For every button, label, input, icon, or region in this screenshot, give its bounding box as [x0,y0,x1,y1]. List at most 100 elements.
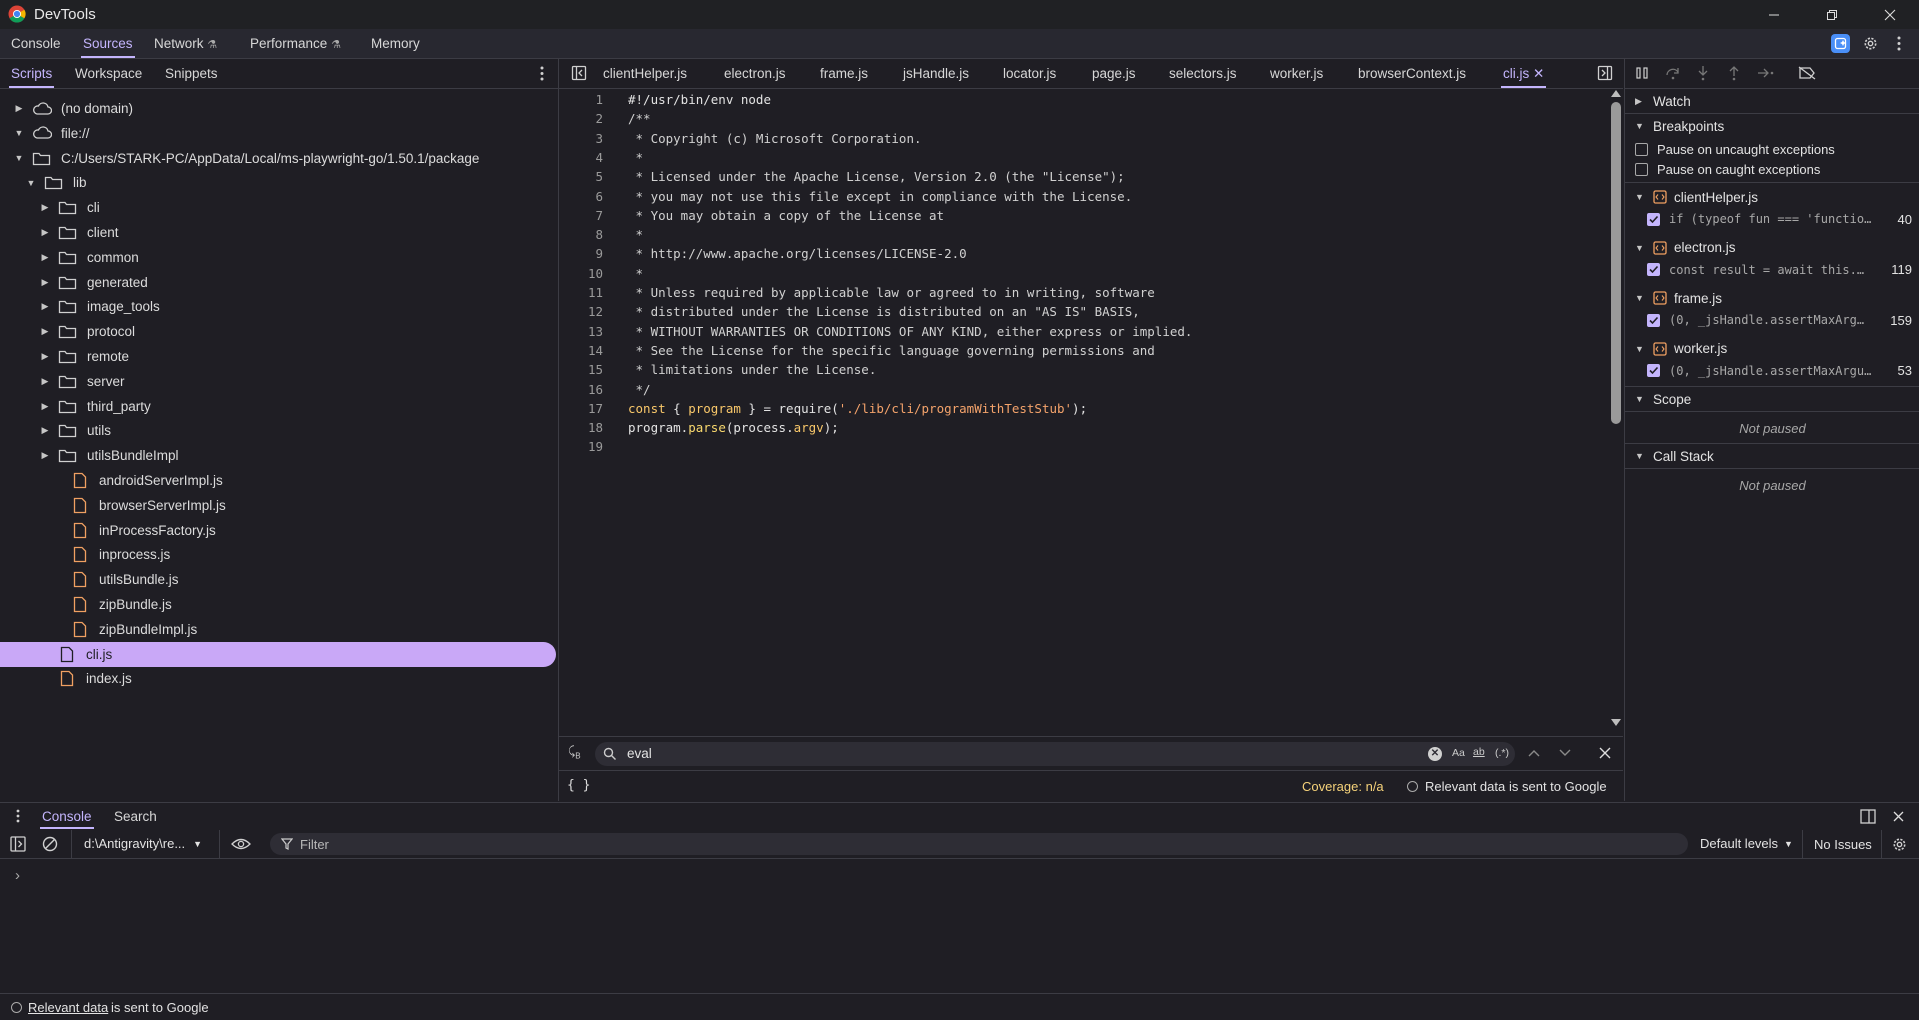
breakpoint-entry[interactable]: const result = await this.… 119 [1625,260,1919,280]
sidebar-toggle-icon[interactable] [10,836,26,852]
expand-icon[interactable]: ▶ [40,301,50,312]
editor-tab-page[interactable]: page.js [1092,59,1136,88]
line-number[interactable]: 3 [559,129,603,148]
console-filter[interactable]: Filter [270,833,1688,855]
kebab-icon[interactable] [15,808,21,824]
tree-folder-item[interactable]: ▶ generated [0,270,556,295]
dock-icon[interactable] [1860,809,1876,824]
close-tab-icon[interactable]: ✕ [1533,66,1544,81]
expand-icon[interactable]: ▶ [40,450,50,461]
breakpoint-file-header[interactable]: ▼ clientHelper.js [1625,186,1919,208]
expand-icon[interactable]: ▶ [40,326,50,337]
breakpoint-file-header[interactable]: ▼ worker.js [1625,338,1919,360]
scope-section-header[interactable]: ▼ Scope [1625,387,1919,411]
tree-folder-item[interactable]: ▶ cli [0,195,556,220]
settings-button[interactable] [1862,35,1879,52]
tree-folder-item[interactable]: ▶ common [0,245,556,270]
collapse-icon[interactable]: ▼ [14,128,24,138]
line-number[interactable]: 9 [559,244,603,263]
tab-scripts[interactable]: Scripts [8,59,55,88]
breakpoint-checkbox[interactable] [1647,212,1660,226]
more-options-button[interactable] [1896,35,1902,52]
pause-caught-option[interactable]: Pause on caught exceptions [1625,159,1919,179]
line-number[interactable]: 2 [559,109,603,128]
line-number[interactable]: 5 [559,167,603,186]
breakpoint-file-header[interactable]: ▼ electron.js [1625,237,1919,259]
tree-file-item[interactable]: browserServerImpl.js [0,493,556,518]
drawer-tab-console[interactable]: Console [40,803,94,829]
tree-folder-item[interactable]: ▼ file:// [0,121,556,146]
tab-network[interactable]: Network ⚗ [154,29,217,58]
previous-match-icon[interactable] [1528,748,1540,758]
clear-console-icon[interactable] [42,836,58,852]
tab-workspace[interactable]: Workspace [75,59,142,88]
breakpoint-checkbox[interactable] [1647,263,1660,276]
context-selector[interactable]: d:\Antigravity\re... ▼ [84,836,202,851]
toggle-navigator-button[interactable] [571,65,587,81]
tab-console[interactable]: Console [11,29,61,58]
tab-sources[interactable]: Sources [81,29,135,58]
tree-folder-item[interactable]: ▼ lib [0,170,556,195]
expand-icon[interactable]: ▶ [40,277,50,287]
tree-file-item[interactable]: index.js [0,666,556,691]
match-case-icon[interactable]: Aa [1452,747,1465,759]
eye-icon[interactable] [231,837,251,851]
pause-uncaught-checkbox[interactable] [1635,142,1648,156]
line-number[interactable]: 18 [559,418,603,437]
pause-uncaught-option[interactable]: Pause on uncaught exceptions [1625,139,1919,159]
step-over-icon[interactable] [1665,66,1681,80]
tab-performance[interactable]: Performance ⚗ [250,29,341,58]
watch-section-header[interactable]: ▶ Watch [1625,89,1919,113]
editor-scrollbar[interactable] [1608,90,1622,730]
breakpoints-section-header[interactable]: ▼ Breakpoints [1625,114,1919,138]
tree-file-item[interactable]: inProcessFactory.js [0,518,556,543]
tree-file-item[interactable]: zipBundleImpl.js [0,617,556,642]
log-levels-dropdown[interactable]: Default levels ▼ [1700,836,1793,851]
expand-icon[interactable]: ▶ [40,227,50,238]
issues-counter[interactable]: No Issues [1814,837,1872,852]
call-stack-section-header[interactable]: ▼ Call Stack [1625,444,1919,468]
ai-assistance-button[interactable] [1831,34,1850,53]
regex-icon[interactable]: (.*) [1495,747,1509,759]
close-drawer-icon[interactable] [1893,811,1904,822]
line-number[interactable]: 4 [559,148,603,167]
editor-tab-worker[interactable]: worker.js [1270,59,1323,88]
scroll-down-icon[interactable] [1611,719,1621,726]
editor-tab-electron[interactable]: electron.js [724,59,786,88]
line-number[interactable]: 15 [559,360,603,379]
breakpoint-entry[interactable]: if (typeof fun === 'functio… 40 [1625,209,1919,229]
editor-tab-jshandle[interactable]: jsHandle.js [903,59,969,88]
tree-folder-item[interactable]: ▶ client [0,220,556,245]
line-number[interactable]: 16 [559,380,603,399]
line-number[interactable]: 12 [559,302,603,321]
editor-tab-clienthelper[interactable]: clientHelper.js [603,59,687,88]
line-number[interactable]: 1 [559,90,603,109]
editor-tab-locator[interactable]: locator.js [1003,59,1056,88]
tree-file-item[interactable]: utilsBundle.js [0,567,556,592]
scrollbar-thumb[interactable] [1611,102,1621,424]
line-number[interactable]: 7 [559,206,603,225]
tree-file-item[interactable]: cli.js [0,641,556,667]
collapse-icon[interactable]: ▼ [14,153,24,163]
expand-icon[interactable]: ▶ [40,351,50,362]
breakpoint-checkbox[interactable] [1647,313,1660,327]
line-number[interactable]: 13 [559,322,603,341]
relevant-data-link[interactable]: Relevant data [1425,779,1505,794]
scroll-up-icon[interactable] [1611,90,1621,97]
tab-snippets[interactable]: Snippets [165,59,218,88]
restore-button[interactable] [1803,0,1861,29]
line-number[interactable]: 14 [559,341,603,360]
collapse-icon[interactable]: ▼ [26,178,36,188]
breakpoint-checkbox[interactable] [1647,364,1660,377]
editor-tab-browsercontext[interactable]: browserContext.js [1358,59,1466,88]
tree-file-item[interactable]: androidServerImpl.js [0,468,556,493]
pause-icon[interactable] [1635,66,1649,80]
tree-file-item[interactable]: inprocess.js [0,542,556,567]
gear-icon[interactable] [1891,836,1908,853]
clear-search-icon[interactable]: ✕ [1428,747,1442,761]
drawer-tab-search[interactable]: Search [114,803,157,829]
breakpoint-entry[interactable]: (0, _jsHandle.assertMaxArgu… 53 [1625,361,1919,381]
expand-icon[interactable]: ▶ [40,202,50,213]
line-number[interactable]: 8 [559,225,603,244]
replace-toggle-icon[interactable]: ⤹B [568,744,581,760]
